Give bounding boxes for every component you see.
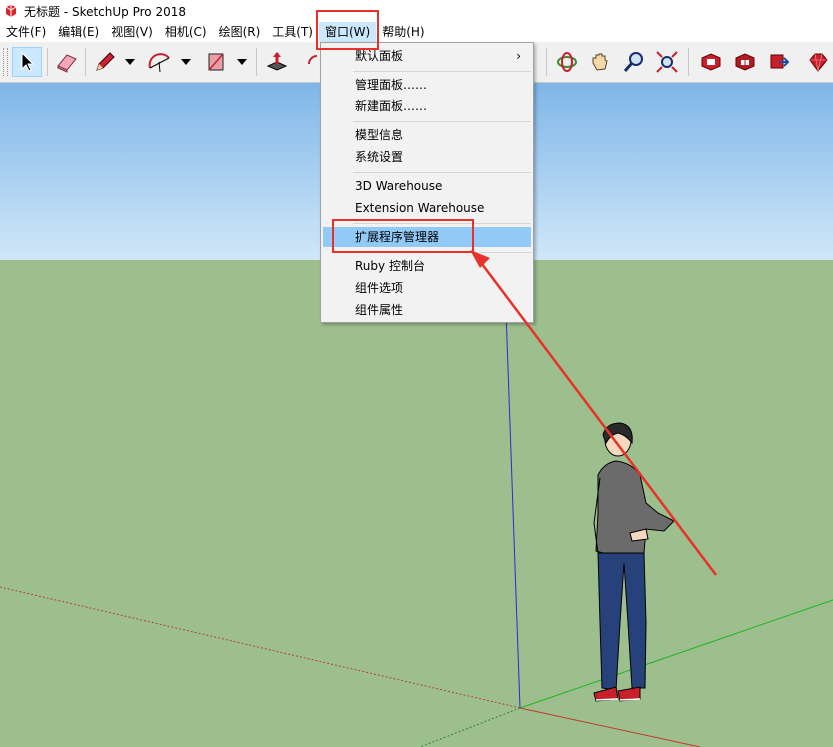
toolbar-separator xyxy=(256,48,257,76)
pencil-dropdown-arrow[interactable] xyxy=(125,59,135,65)
select-tool-button[interactable] xyxy=(12,47,42,77)
zoom-magnifier-icon xyxy=(623,52,643,72)
menu-tools[interactable]: 工具(T) xyxy=(266,22,319,42)
rectangle-tool-button[interactable] xyxy=(201,47,231,77)
toolbar-separator xyxy=(85,48,86,76)
menu-item-component-options[interactable]: 组件选项 xyxy=(323,278,531,298)
toolbar-grip[interactable] xyxy=(3,48,8,76)
pencil-tool-button[interactable] xyxy=(90,47,120,77)
rectangle-icon xyxy=(208,53,224,71)
menu-camera[interactable]: 相机(C) xyxy=(159,22,213,42)
menu-item-component-attributes[interactable]: 组件属性 xyxy=(323,300,531,320)
share-model-icon xyxy=(770,54,790,69)
toolbar-separator xyxy=(688,48,689,76)
menu-item-ruby-console[interactable]: Ruby 控制台 xyxy=(323,256,531,276)
arc-tool-button[interactable] xyxy=(145,47,175,77)
green-axis xyxy=(519,599,833,709)
toolbar-separator xyxy=(47,48,48,76)
menu-separator xyxy=(353,121,531,122)
menu-draw[interactable]: 绘图(R) xyxy=(213,22,267,42)
push-pull-icon xyxy=(266,52,288,71)
menu-item-new-tray[interactable]: 新建面板…… xyxy=(323,96,531,116)
menu-file[interactable]: 文件(F) xyxy=(0,22,52,42)
menu-item-label: 默认面板 xyxy=(355,49,404,63)
offset-icon xyxy=(308,55,318,65)
share-model-button[interactable] xyxy=(764,47,794,77)
submenu-arrow-icon: › xyxy=(516,49,521,63)
pan-tool-button[interactable] xyxy=(585,47,615,77)
extension-manager-callout-box xyxy=(332,219,474,253)
zoom-extents-tool-button[interactable] xyxy=(652,47,682,77)
ruby-button[interactable] xyxy=(803,47,833,77)
arc-icon xyxy=(148,53,170,73)
window-menu-callout-box xyxy=(316,10,379,50)
3d-warehouse-button[interactable] xyxy=(696,47,726,77)
toolbar-separator xyxy=(546,48,547,76)
rectangle-dropdown-arrow[interactable] xyxy=(237,59,247,65)
menu-item-3d-warehouse[interactable]: 3D Warehouse xyxy=(323,176,531,196)
menu-item-model-info[interactable]: 模型信息 xyxy=(323,125,531,145)
extension-warehouse-button[interactable] xyxy=(730,47,760,77)
menu-item-extension-warehouse[interactable]: Extension Warehouse xyxy=(323,198,531,218)
orbit-tool-button[interactable] xyxy=(552,47,582,77)
green-axis-dotted xyxy=(419,707,521,747)
zoom-extents-icon xyxy=(656,51,678,73)
red-axis xyxy=(519,707,701,747)
menu-separator xyxy=(353,71,531,72)
window-menu-dropdown: 默认面板 › 管理面板…… 新建面板…… 模型信息 系统设置 3D Wareho… xyxy=(320,42,534,323)
blue-axis xyxy=(504,282,521,709)
menu-item-preferences[interactable]: 系统设置 xyxy=(323,147,531,167)
menu-edit[interactable]: 编辑(E) xyxy=(52,22,105,42)
menu-help[interactable]: 帮助(H) xyxy=(376,22,430,42)
pan-hand-icon xyxy=(592,53,608,71)
menu-item-manage-trays[interactable]: 管理面板…… xyxy=(323,75,531,95)
select-arrow-icon xyxy=(21,51,35,72)
menu-bar: 文件(F) 编辑(E) 视图(V) 相机(C) 绘图(R) 工具(T) 窗口(W… xyxy=(0,22,833,42)
push-pull-tool-button[interactable] xyxy=(262,47,292,77)
eraser-icon xyxy=(57,54,77,73)
eraser-tool-button[interactable] xyxy=(52,47,82,77)
orbit-icon xyxy=(557,52,577,72)
menu-view[interactable]: 视图(V) xyxy=(105,22,159,42)
ruby-icon xyxy=(809,53,828,72)
pencil-icon xyxy=(96,52,115,71)
title-bar: 无标题 - SketchUp Pro 2018 xyxy=(0,0,833,22)
arc-dropdown-arrow[interactable] xyxy=(181,59,191,65)
zoom-tool-button[interactable] xyxy=(619,47,649,77)
3d-warehouse-icon xyxy=(701,53,721,71)
red-axis-dotted xyxy=(0,586,521,709)
window-title: 无标题 - SketchUp Pro 2018 xyxy=(24,4,186,19)
sketchup-logo-icon xyxy=(5,5,17,17)
menu-separator xyxy=(353,172,531,173)
extension-warehouse-icon xyxy=(735,53,755,71)
